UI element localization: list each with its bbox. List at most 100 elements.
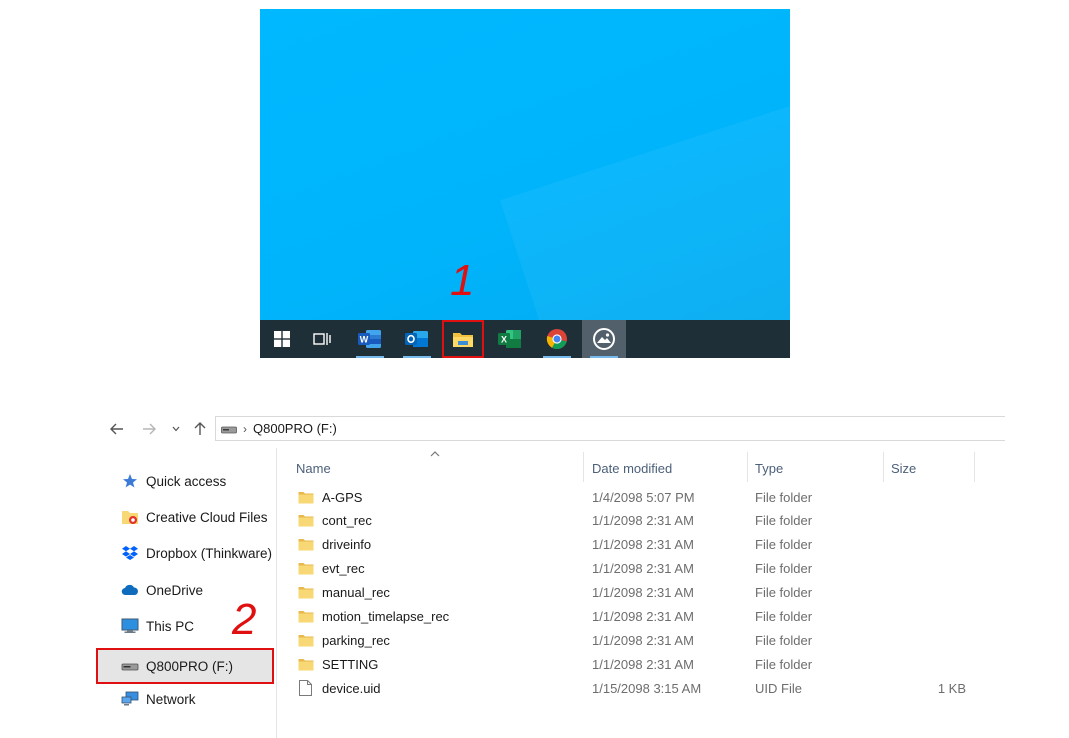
file-name: cont_rec [322, 513, 372, 529]
nav-item-quick-access[interactable]: Quick access [120, 470, 226, 492]
file-type-cell: File folder [755, 585, 813, 601]
recent-locations-chevron-icon[interactable] [168, 418, 184, 440]
folder-icon [298, 634, 314, 647]
file-size-cell [898, 628, 966, 652]
file-name-cell[interactable]: A-GPS [298, 485, 362, 509]
table-row[interactable]: driveinfo 1/1/2098 2:31 AM File folder [278, 533, 978, 557]
file-type-cell: File folder [755, 656, 813, 672]
file-name: SETTING [322, 656, 379, 672]
nav-item-creative-cloud[interactable]: Creative Cloud Files [120, 506, 268, 528]
excel-icon[interactable]: X [488, 320, 532, 358]
folder-icon [298, 538, 314, 551]
table-row[interactable]: manual_rec 1/1/2098 2:31 AM File folder [278, 581, 978, 605]
file-size-cell [898, 557, 966, 581]
back-arrow-icon[interactable] [106, 418, 128, 440]
file-name: device.uid [322, 680, 381, 696]
file-name-cell[interactable]: evt_rec [298, 557, 365, 581]
file-name: manual_rec [322, 585, 390, 601]
nav-item-network[interactable]: Network [120, 688, 196, 710]
table-row[interactable]: SETTING 1/1/2098 2:31 AM File folder [278, 652, 978, 676]
wallpaper-sheen [500, 70, 790, 358]
onedrive-cloud-icon [120, 581, 140, 599]
task-view-icon[interactable] [300, 320, 344, 358]
table-row[interactable]: evt_rec 1/1/2098 2:31 AM File folder [278, 557, 978, 581]
windows-start-icon[interactable] [260, 320, 304, 358]
forward-arrow-icon[interactable] [138, 418, 160, 440]
file-type-cell: File folder [755, 561, 813, 577]
file-icon [299, 680, 312, 697]
folder-icon [298, 658, 314, 671]
file-name-cell[interactable]: motion_timelapse_rec [298, 605, 449, 629]
file-name: motion_timelapse_rec [322, 609, 450, 624]
column-header-size[interactable]: Size [891, 454, 916, 482]
column-header-date-modified[interactable]: Date modified [592, 454, 672, 482]
column-divider[interactable] [883, 452, 884, 482]
table-row[interactable]: device.uid 1/15/2098 3:15 AM UID File 1 KB [278, 676, 978, 700]
file-name: evt_rec [322, 561, 365, 577]
column-divider[interactable] [974, 452, 975, 482]
nav-item-dropbox[interactable]: Dropbox (Thinkware) [120, 542, 272, 564]
breadcrumb-drive[interactable]: Q800PRO (F:) [253, 421, 337, 436]
folder-icon [298, 491, 314, 504]
svg-text:X: X [501, 335, 507, 345]
nav-item-q800pro-drive[interactable]: Q800PRO (F:) [120, 655, 233, 677]
running-indicator [590, 356, 618, 358]
network-icon [120, 690, 140, 708]
word-icon[interactable]: W [348, 320, 392, 358]
running-indicator [356, 356, 384, 358]
file-name-cell[interactable]: manual_rec [298, 581, 390, 605]
date-modified-cell: 1/1/2098 2:31 AM [592, 537, 694, 553]
drive-icon [221, 424, 237, 434]
svg-text:W: W [360, 335, 369, 345]
file-type-cell: File folder [755, 489, 813, 505]
file-name: driveinfo [322, 537, 372, 553]
breadcrumb-separator-icon: › [243, 421, 247, 436]
running-indicator [403, 356, 431, 358]
creative-cloud-folder-icon [120, 508, 140, 526]
table-row[interactable]: motion_timelapse_rec 1/1/2098 2:31 AM File… [278, 605, 978, 629]
photos-app-icon[interactable] [582, 320, 626, 358]
file-name-cell[interactable]: device.uid [298, 676, 381, 700]
file-type-cell: File folder [755, 609, 813, 624]
table-row[interactable]: parking_rec 1/1/2098 2:31 AM File folder [278, 628, 978, 652]
file-type-cell: File folder [755, 513, 813, 529]
step-2-marker: 2 [232, 595, 257, 644]
folder-icon [298, 514, 314, 527]
file-explorer-window: › Q800PRO (F:) Quick access Creative Clo… [96, 412, 1006, 738]
date-modified-cell: 1/4/2098 5:07 PM [592, 489, 695, 505]
file-type-cell: File folder [755, 632, 813, 648]
chrome-icon[interactable] [535, 320, 579, 358]
column-header-type[interactable]: Type [755, 454, 783, 482]
navigation-pane: Quick access Creative Cloud Files Dropbo… [96, 448, 277, 738]
column-divider[interactable] [747, 452, 748, 482]
nav-item-onedrive[interactable]: OneDrive [120, 579, 203, 601]
file-name-cell[interactable]: cont_rec [298, 509, 372, 533]
date-modified-cell: 1/1/2098 2:31 AM [592, 656, 694, 672]
file-type-cell: File folder [755, 537, 813, 553]
date-modified-cell: 1/1/2098 2:31 AM [592, 632, 694, 648]
folder-icon [298, 562, 314, 575]
running-indicator [543, 356, 571, 358]
desktop-background: 1 W X [260, 9, 790, 358]
up-arrow-icon[interactable] [190, 418, 210, 440]
nav-item-this-pc[interactable]: This PC [120, 615, 194, 637]
table-row[interactable]: A-GPS 1/4/2098 5:07 PM File folder [278, 485, 978, 509]
date-modified-cell: 1/1/2098 2:31 AM [592, 609, 694, 624]
step-1-highlight [442, 320, 484, 358]
file-name-cell[interactable]: parking_rec [298, 628, 390, 652]
column-divider[interactable] [583, 452, 584, 482]
file-name-cell[interactable]: driveinfo [298, 533, 371, 557]
star-icon [120, 472, 140, 490]
file-name: parking_rec [322, 632, 390, 648]
date-modified-cell: 1/1/2098 2:31 AM [592, 585, 694, 601]
dropbox-icon [120, 544, 140, 562]
column-header-name[interactable]: Name [296, 454, 331, 482]
outlook-icon[interactable] [395, 320, 439, 358]
sort-ascending-caret-icon [430, 448, 440, 460]
file-list-pane: Name Date modified Type Size A-GPS 1/4/20… [278, 448, 1006, 738]
file-name: A-GPS [322, 489, 363, 505]
file-name-cell[interactable]: SETTING [298, 652, 378, 676]
table-row[interactable]: cont_rec 1/1/2098 2:31 AM File folder [278, 509, 978, 533]
address-bar[interactable]: › Q800PRO (F:) [215, 416, 1005, 441]
computer-monitor-icon [120, 617, 140, 635]
